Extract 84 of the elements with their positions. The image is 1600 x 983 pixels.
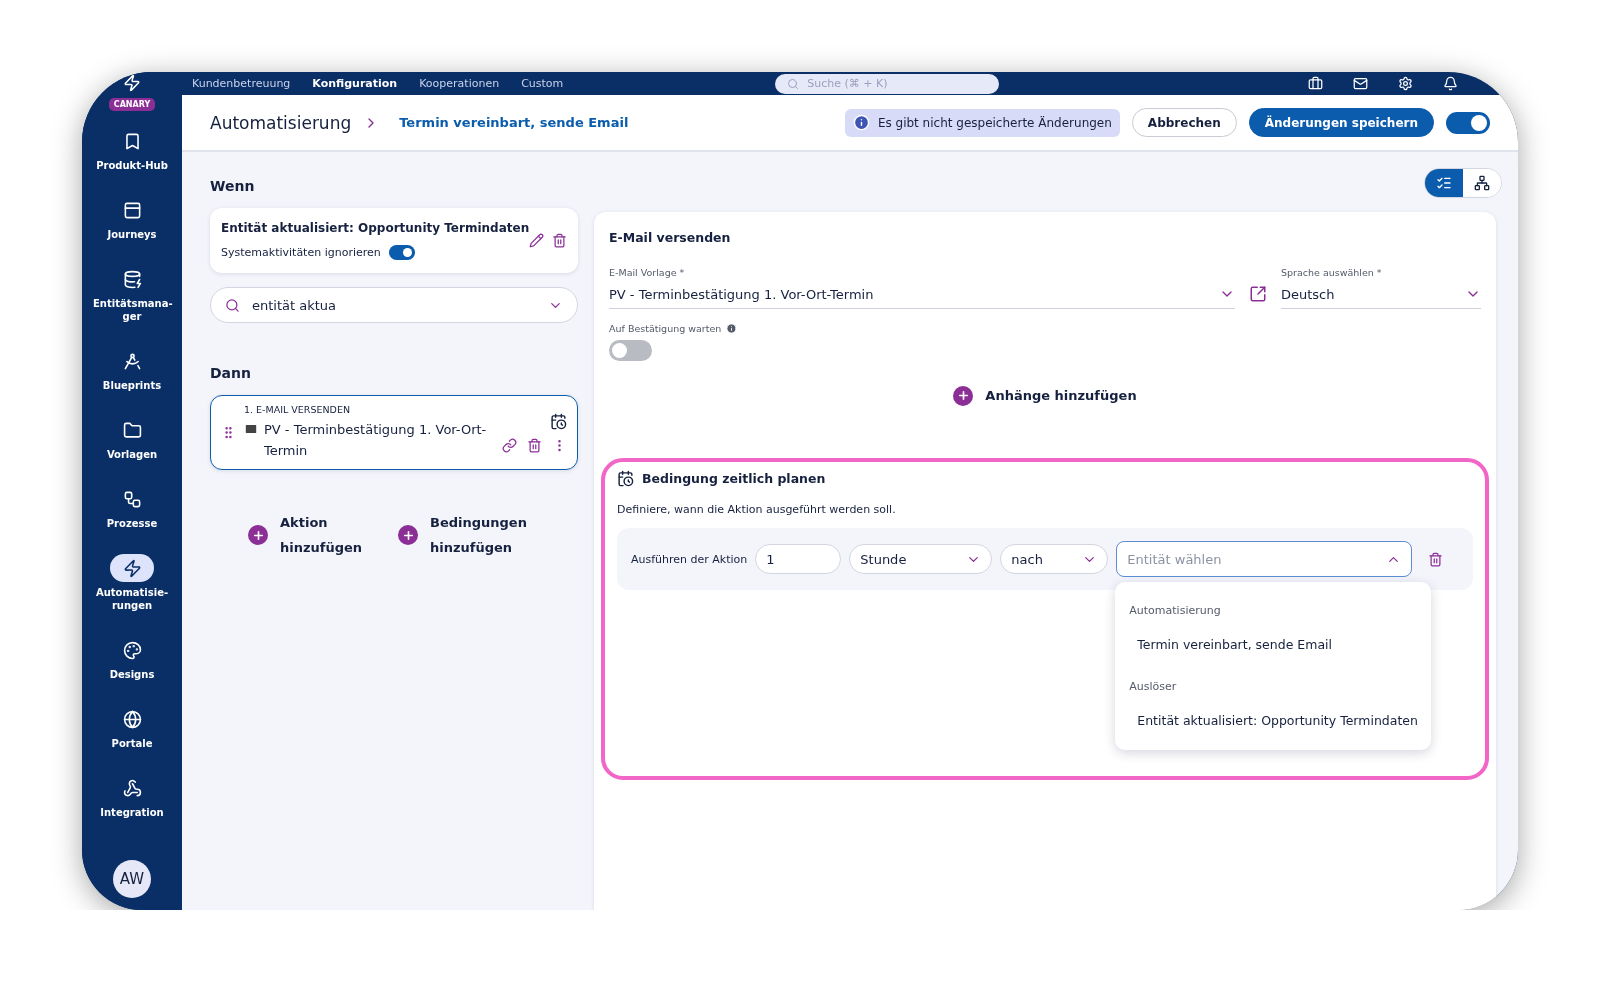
open-external-icon[interactable] (1249, 285, 1267, 303)
add-attachment-button[interactable]: Anhänge hinzufügen (953, 383, 1137, 408)
info-icon (726, 323, 738, 334)
menu-group-label: Automatisierung (1128, 603, 1222, 619)
sidebar-item[interactable]: Vorlagen (86, 414, 178, 483)
field-label: E-Mail Vorlage * (609, 267, 686, 278)
sidebar-item[interactable]: Portale (86, 703, 178, 772)
bell-icon[interactable] (1443, 76, 1458, 91)
notice-text: Es gibt nicht gespeicherte Änderungen (877, 115, 1112, 130)
section-heading: Wenn (210, 178, 256, 194)
blueprints-icon (122, 351, 142, 371)
nav-tab[interactable]: Kooperationen (419, 77, 500, 90)
toggle-switch[interactable] (1446, 111, 1490, 134)
toggle-label: Systemaktivitäten ignorieren (221, 246, 381, 259)
sidebar-item[interactable]: Entitätsmana-ger (86, 263, 178, 345)
plus-icon (248, 525, 268, 545)
info-icon (852, 114, 870, 131)
entities-icon (122, 269, 142, 289)
trigger-search-field[interactable]: entität aktua (210, 287, 578, 323)
relation-select[interactable]: nach (1000, 544, 1109, 574)
cancel-button[interactable]: Abbrechen (1131, 108, 1237, 137)
sidebar-item[interactable]: Automatisie-rungen (86, 552, 178, 634)
toggle-switch[interactable] (609, 340, 652, 361)
logo-icon (123, 74, 141, 92)
user-avatar[interactable]: AW (113, 860, 151, 898)
sidebar-item[interactable]: Prozesse (86, 483, 178, 552)
sidebar-item[interactable]: Produkt-Hub (86, 125, 178, 194)
trigger-card[interactable]: Entität aktualisiert: Opportunity Termindaten Systemaktivitäten ignorieren (210, 208, 578, 273)
sidebar-item[interactable]: Blueprints (86, 345, 178, 414)
delete-icon[interactable] (552, 233, 568, 248)
nav-tab[interactable]: Kundenbetreuung (192, 77, 291, 90)
save-button[interactable]: Änderungen speichern (1248, 108, 1434, 137)
section-heading: Dann (210, 365, 252, 381)
templates-icon (122, 420, 142, 440)
action-card[interactable]: 1. E-MAIL VERSENDEN PV - Terminbestätigung 1. Vor-Ort-Termin (210, 395, 578, 470)
trigger-title: Entität aktualisiert: Opportunity Termindaten (221, 221, 530, 235)
sidebar-item[interactable]: Designs (86, 634, 178, 703)
journeys-icon (122, 200, 142, 220)
menu-group-label: Auslöser (1128, 679, 1178, 695)
add-button[interactable]: Bedingungen hinzufügen (398, 510, 548, 560)
section-title: Bedingung zeitlich planen (642, 471, 826, 486)
menu-item[interactable]: Entität aktualisiert: Opportunity Termindaten (1115, 703, 1432, 742)
processes-icon (122, 489, 142, 509)
logo-badge: CANARY (108, 98, 156, 111)
field-label: Auf Bestätigung warten (609, 323, 722, 334)
unit-select[interactable]: Stunde (849, 544, 993, 574)
amount-field[interactable]: 1 (755, 544, 842, 574)
briefcase-icon[interactable] (1308, 76, 1323, 91)
field-label: Sprache auswählen * (1281, 267, 1383, 278)
nav-tab[interactable]: Konfiguration (312, 77, 398, 90)
hierarchy-icon (1474, 175, 1490, 191)
add-button[interactable]: Aktion hinzufügen (248, 510, 398, 560)
settings-icon[interactable] (1398, 76, 1413, 91)
checklist-icon (1436, 175, 1452, 191)
language-select[interactable]: Deutsch (1281, 282, 1481, 309)
sidebar-item[interactable]: Journeys (86, 194, 178, 263)
view-toggle[interactable] (1425, 169, 1463, 197)
section-description: Definiere, wann die Aktion ausgeführt werden soll. (617, 503, 897, 516)
menu-item[interactable]: Termin vereinbart, sende Email (1115, 627, 1432, 666)
panel-title: E-Mail versenden (609, 230, 732, 245)
integration-icon (122, 778, 142, 798)
portals-icon (122, 709, 142, 729)
template-select[interactable]: PV - Terminbestätigung 1. Vor-Ort-Termin (609, 282, 1235, 309)
delete-icon[interactable] (1428, 551, 1444, 567)
link-icon[interactable] (502, 437, 517, 453)
search-icon (787, 77, 800, 90)
toggle-switch[interactable] (388, 245, 415, 260)
calendar-clock-icon[interactable] (550, 412, 567, 430)
search-icon (225, 297, 240, 313)
automations-icon (122, 558, 142, 578)
nav-tab[interactable]: Custom (521, 77, 564, 90)
breadcrumb-link[interactable]: Termin vereinbart, sende Email (399, 115, 629, 130)
step-label: 1. E-MAIL VERSENDEN (244, 404, 351, 415)
row-label: Ausführen der Aktion (631, 552, 748, 566)
calendar-clock-icon (617, 470, 634, 487)
delete-icon[interactable] (527, 437, 542, 453)
plus-icon (953, 385, 974, 406)
sidebar-item[interactable]: Integration (86, 772, 178, 841)
designs-icon (122, 640, 142, 660)
plus-icon (398, 525, 418, 545)
view-toggle[interactable] (1463, 169, 1501, 197)
action-title: PV - Terminbestätigung 1. Vor-Ort-Termin (264, 421, 488, 460)
page-title: Automatisierung (210, 112, 352, 133)
edit-icon[interactable] (529, 233, 545, 248)
